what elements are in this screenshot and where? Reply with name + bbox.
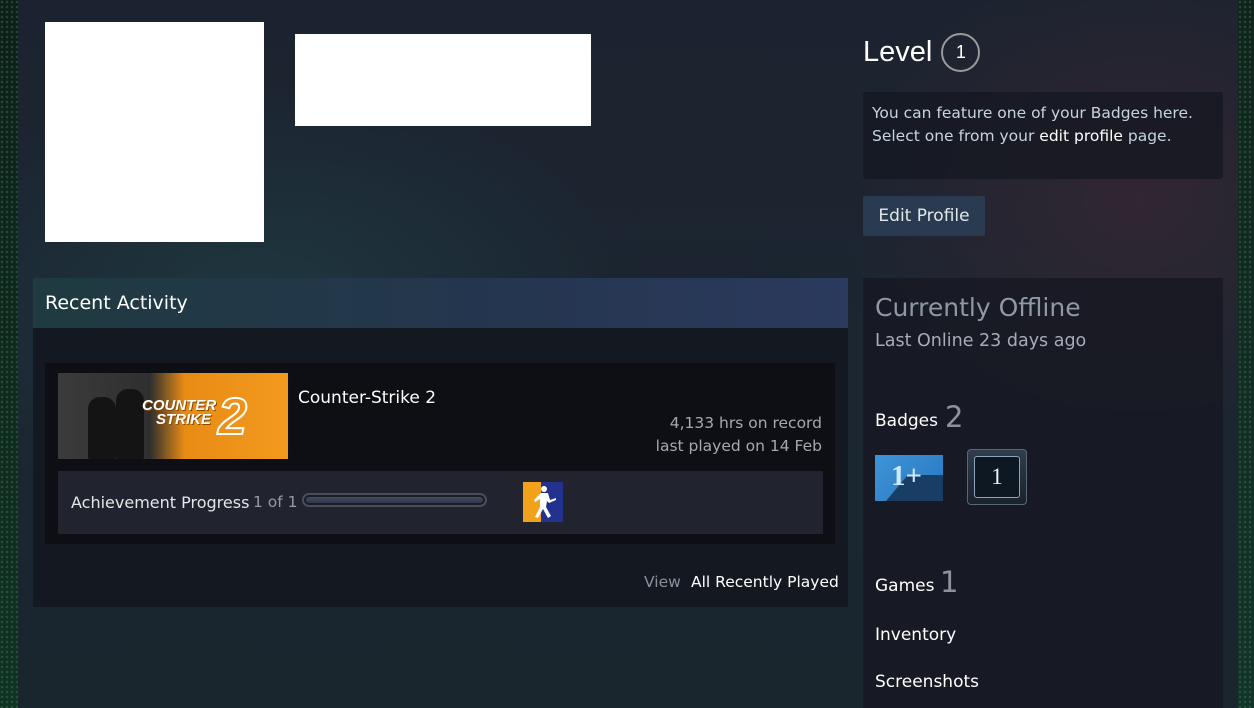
achievement-label[interactable]: Achievement Progress	[71, 493, 249, 512]
badges-link[interactable]: Badges	[875, 411, 938, 431]
profile-name-area	[295, 34, 591, 126]
inventory-link[interactable]: Inventory	[875, 625, 956, 645]
badge-info-text-end: page.	[1122, 127, 1172, 145]
badge-info-line1: You can feature one of your Badges here.	[872, 104, 1193, 122]
badge-level-text: 1	[974, 456, 1020, 498]
all-recently-played-link[interactable]: All Recently Played	[691, 573, 839, 591]
badge-info-line2: Select one from your edit profile page.	[872, 125, 1214, 148]
games-count[interactable]: 1	[940, 565, 958, 599]
achievement-row[interactable]: Achievement Progress 1 of 1	[58, 471, 823, 534]
recent-activity-title: Recent Activity	[45, 292, 188, 314]
capsule-number: 2	[217, 387, 248, 447]
online-status: Currently Offline	[875, 293, 1081, 322]
view-label: View	[644, 573, 681, 591]
edit-profile-link[interactable]: edit profile	[1039, 127, 1123, 145]
game-capsule-image[interactable]: COUNTER STRIKE 2	[58, 373, 288, 459]
edit-profile-button[interactable]: Edit Profile	[863, 196, 985, 236]
featured-badge-info: You can feature one of your Badges here.…	[863, 92, 1223, 179]
achievement-count: 1 of 1	[253, 493, 298, 511]
game-name-link[interactable]: Counter-Strike 2	[298, 388, 436, 408]
game-last-played: last played on 14 Feb	[655, 437, 822, 455]
right-background-edge	[1238, 0, 1254, 708]
screenshots-link[interactable]: Screenshots	[875, 672, 979, 692]
level-heading: Level 1	[863, 33, 981, 72]
badge-info-text: Select one from your	[872, 127, 1040, 145]
profile-sidebar: Currently Offline Last Online 23 days ag…	[863, 278, 1223, 708]
last-online: Last Online 23 days ago	[875, 331, 1087, 351]
level-badge: 1	[941, 33, 981, 72]
level-label: Level	[863, 36, 933, 68]
achievement-progress-fill	[306, 497, 483, 503]
badge-years-icon[interactable]: 1+	[875, 455, 943, 501]
recent-activity-panel: Recent Activity COUNTER STRIKE 2 Counter-…	[33, 278, 848, 607]
left-background-edge	[0, 0, 18, 708]
game-card: COUNTER STRIKE 2 Counter-Strike 2 4,133 h…	[45, 363, 835, 544]
recent-activity-header: Recent Activity	[33, 278, 848, 328]
game-hours: 4,133 hrs on record	[669, 414, 822, 432]
badge-years-text: 1+	[891, 460, 923, 492]
badge-level-icon[interactable]: 1	[967, 449, 1027, 505]
capsule-figure	[88, 397, 116, 459]
capsule-figure	[116, 389, 144, 459]
capsule-title: COUNTER STRIKE	[142, 397, 217, 428]
badges-count[interactable]: 2	[945, 400, 963, 434]
cs-player-icon[interactable]	[523, 482, 563, 522]
avatar[interactable]	[45, 22, 264, 242]
achievement-progress-bar	[302, 493, 487, 507]
games-link[interactable]: Games	[875, 576, 934, 596]
